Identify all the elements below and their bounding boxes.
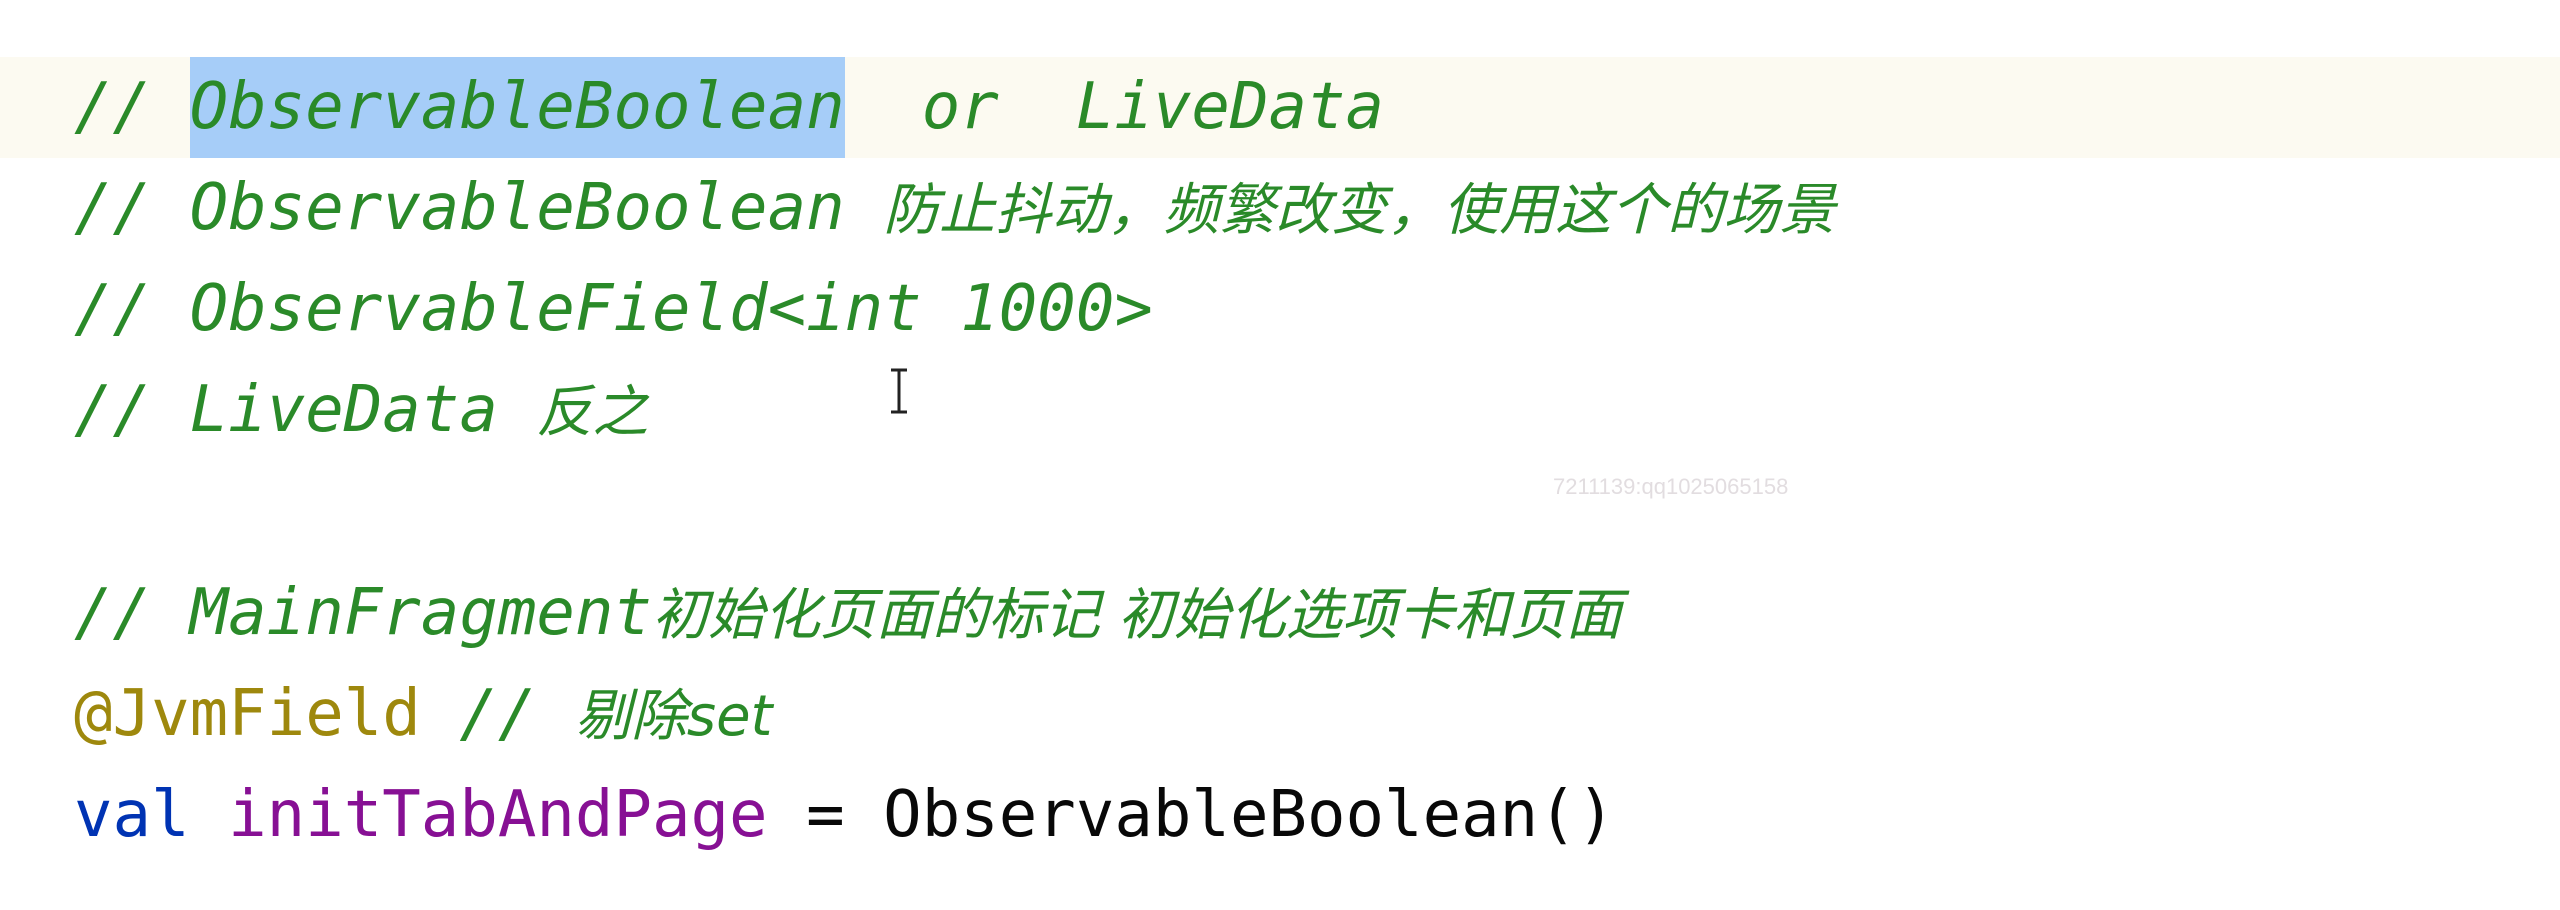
comment-slashes: // [74,171,152,245]
keyword-val: val [74,778,190,852]
comment-note: 防止抖动，频繁改变，使用这个的场景 [883,178,1836,243]
comment-identifier: ObservableBoolean [189,171,845,245]
code-line-3[interactable]: // ObservableField<int 1000> [74,259,1153,360]
comment-text: // ObservableField<int 1000> [74,272,1153,346]
constructor-call: ObservableBoolean() [883,778,1616,852]
comment-text: or LiveData [844,70,1385,144]
comment-identifier: LiveData [189,373,498,447]
property-name: initTabAndPage [228,778,768,852]
selected-text[interactable]: ObservableBoolean [189,57,845,158]
watermark: 7211139:qq1025065158 [1553,474,1789,499]
assign-operator: = [806,778,845,852]
comment-note: 反之 [536,380,649,445]
comment-slashes: // [74,70,152,144]
code-line-2[interactable]: // ObservableBoolean 防止抖动，频繁改变，使用这个的场景 [74,158,1835,259]
code-line-8[interactable]: val initTabAndPage = ObservableBoolean() [74,765,1615,866]
comment-slashes: // [459,677,537,751]
annotation: @JvmField [74,677,421,751]
code-editor[interactable]: // ObservableBoolean or LiveData // Obse… [0,0,2560,910]
comment-identifier: MainFragment [189,576,652,650]
comment-note: 剔除set [574,684,773,749]
code-line-1[interactable]: // ObservableBoolean or LiveData [74,57,1384,158]
comment-slashes: // [74,373,152,447]
comment-slashes: // [74,576,152,650]
comment-note: 初始化页面的标记 初始化选项卡和页面 [651,583,1622,648]
code-line-6[interactable]: // MainFragment初始化页面的标记 初始化选项卡和页面 [74,563,1622,664]
code-line-7[interactable]: @JvmField // 剔除set [74,664,773,765]
code-line-4[interactable]: // LiveData 反之 [74,360,648,461]
text-ibeam-cursor-icon [891,368,907,414]
